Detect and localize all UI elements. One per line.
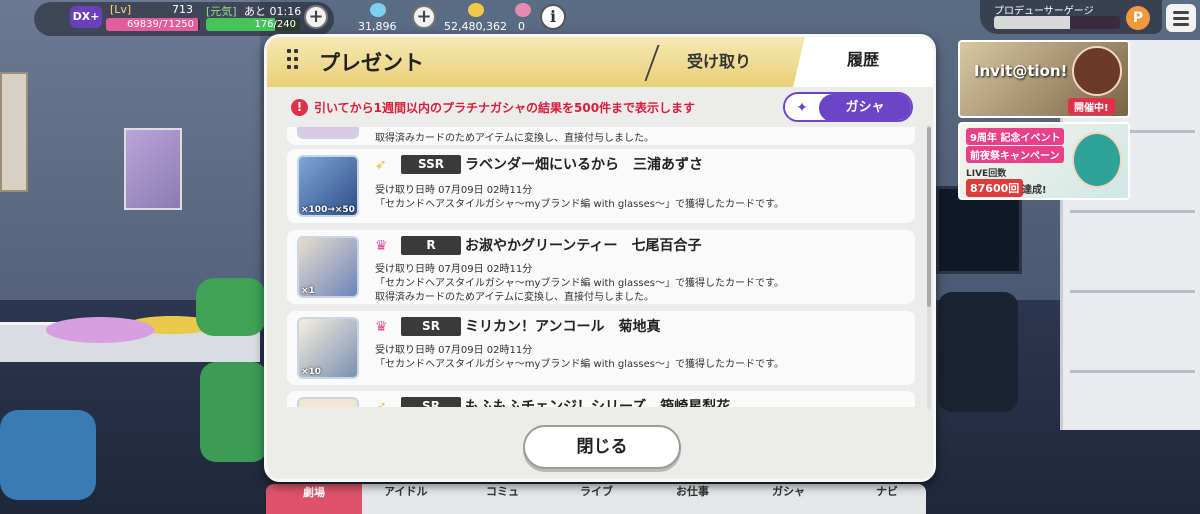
idol-portrait <box>1072 132 1122 188</box>
received-date: 受け取り日時 07月09日 02時11分 <box>375 345 533 356</box>
list-item: ➶ SR もふもふチェンジ！シリーズ 箱崎星梨花 <box>287 391 915 407</box>
dialog-title: プレゼント <box>319 51 424 75</box>
crown-icon: ♛ <box>375 319 388 335</box>
status-badge: 開催中! <box>1068 98 1115 115</box>
info-icon[interactable]: i <box>540 4 566 30</box>
notice: ! 引いてから1週間以内のプラチナガシャの結果を500件まで表示します <box>291 97 695 117</box>
menu-button[interactable] <box>1166 4 1196 32</box>
bottom-nav: 劇場 アイドル コミュ ライブ お仕事 ガシャ ナビ <box>266 484 926 514</box>
level-label: [Lv] <box>110 3 132 16</box>
warning-icon: ! <box>291 98 308 116</box>
butterfly-icon: ✦ <box>785 94 819 120</box>
card-name: お淑やかグリーンティー 七尾百合子 <box>465 238 702 254</box>
add-jewel-button[interactable]: + <box>412 5 436 29</box>
coin-icon <box>468 3 484 17</box>
source-text: 「セカンドヘアスタイルガシャ～myブランド編 with glasses～」で獲得… <box>375 278 784 289</box>
card-name: ラベンダー畑にいるから 三浦あずさ <box>465 157 703 173</box>
source-text: 「セカンドヘアスタイルガシャ～myブランド編 with glasses～」で獲得… <box>375 359 784 370</box>
card-thumbnail: ×10 <box>297 317 359 379</box>
rarity-badge: SSR <box>401 155 461 174</box>
genki-label: [元気] <box>206 5 237 18</box>
tab-receive[interactable]: 受け取り <box>649 47 789 77</box>
tab-history[interactable]: 履歴 <box>793 37 933 87</box>
event-banner-anniversary[interactable]: 9周年 記念イベント 前夜祭キャンペーン LIVE回数 87600回 達成! <box>958 122 1130 200</box>
crown-icon: ♛ <box>375 238 388 254</box>
list-item: ×100→×50 ➶ SSR ラベンダー畑にいるから 三浦あずさ 受け取り日時 … <box>287 149 915 223</box>
received-date: 受け取り日時 07月09日 02時11分 <box>375 185 533 196</box>
producer-icon[interactable]: P <box>1126 6 1150 30</box>
nav-navi[interactable]: ナビ <box>876 484 898 504</box>
card-name: もふもふチェンジ！シリーズ 箱崎星梨花 <box>465 399 731 407</box>
money-counter: 52,480,362 <box>444 0 508 34</box>
ticket-counter: 0 <box>512 0 534 34</box>
source-text: 「セカンドヘアスタイルガシャ～myブランド編 with glasses～」で獲得… <box>375 199 784 210</box>
nav-theater[interactable]: 劇場 <box>266 484 362 514</box>
list-scrollbar[interactable] <box>927 125 931 409</box>
genki-text: 176/240 <box>254 19 296 30</box>
grip-icon <box>287 49 299 75</box>
card-name: ミリカン！アンコール 菊地真 <box>465 319 661 335</box>
jewel-icon <box>370 3 386 17</box>
nav-live[interactable]: ライブ <box>580 484 613 504</box>
wing-icon: ➶ <box>375 157 387 173</box>
gacha-filter-button[interactable]: ✦ ガシャ <box>783 92 913 122</box>
nav-work[interactable]: お仕事 <box>676 484 709 504</box>
level-value: 713 <box>172 3 193 16</box>
ticket-icon <box>515 3 531 17</box>
idol-portrait <box>1072 46 1122 96</box>
event-banner-invitation[interactable]: Invit@tion! 開催中! <box>958 40 1130 118</box>
nav-commu[interactable]: コミュ <box>486 484 519 504</box>
genki-bar: 176/240 <box>206 18 300 31</box>
received-date: 受け取り日時 07月09日 02時11分 <box>375 264 533 275</box>
convert-text: 取得済みカードのためアイテムに変換し、直接付与しました。 <box>375 292 654 303</box>
genki-timer: あと 01:16 <box>244 5 302 18</box>
producer-gauge: プロデューサーゲージ 60/100 P <box>980 0 1162 34</box>
close-button[interactable]: 閉じる <box>523 425 681 469</box>
jewel-counter: 31,896 <box>358 0 408 34</box>
card-thumbnail <box>297 127 359 139</box>
wall-poster <box>124 128 182 210</box>
notice-text: 引いてから1週間以内のプラチナガシャの結果を500件まで表示します <box>314 100 696 115</box>
present-dialog: プレゼント 受け取り 履歴 ! 引いてから1週間以内のプラチナガシャの結果を50… <box>264 34 936 482</box>
dialog-header: プレゼント 受け取り 履歴 <box>267 37 933 87</box>
nav-gacha[interactable]: ガシャ <box>772 484 805 504</box>
history-list[interactable]: 取得済みカードのためアイテムに変換し、直接付与しました。 ×100→×50 ➶ … <box>287 127 915 407</box>
exp-text: 69839/71250 <box>127 19 194 30</box>
card-thumbnail: ×100→×50 <box>297 155 359 217</box>
rarity-badge: SR <box>401 317 461 336</box>
card-thumbnail: ×1 <box>297 236 359 298</box>
list-item: 取得済みカードのためアイテムに変換し、直接付与しました。 <box>287 127 915 145</box>
rarity-badge: SR <box>401 397 461 407</box>
dx-badge: DX+ <box>70 6 102 28</box>
add-genki-button[interactable]: + <box>304 5 328 29</box>
list-item: ×1 ♛ R お淑やかグリーンティー 七尾百合子 受け取り日時 07月09日 0… <box>287 230 915 304</box>
card-thumbnail <box>297 397 359 407</box>
list-item: ×10 ♛ SR ミリカン！アンコール 菊地真 受け取り日時 07月09日 02… <box>287 311 915 385</box>
rarity-badge: R <box>401 236 461 255</box>
nav-idol[interactable]: アイドル <box>384 484 427 504</box>
exp-bar: 69839/71250 <box>106 18 200 31</box>
wing-icon: ➶ <box>375 399 387 407</box>
